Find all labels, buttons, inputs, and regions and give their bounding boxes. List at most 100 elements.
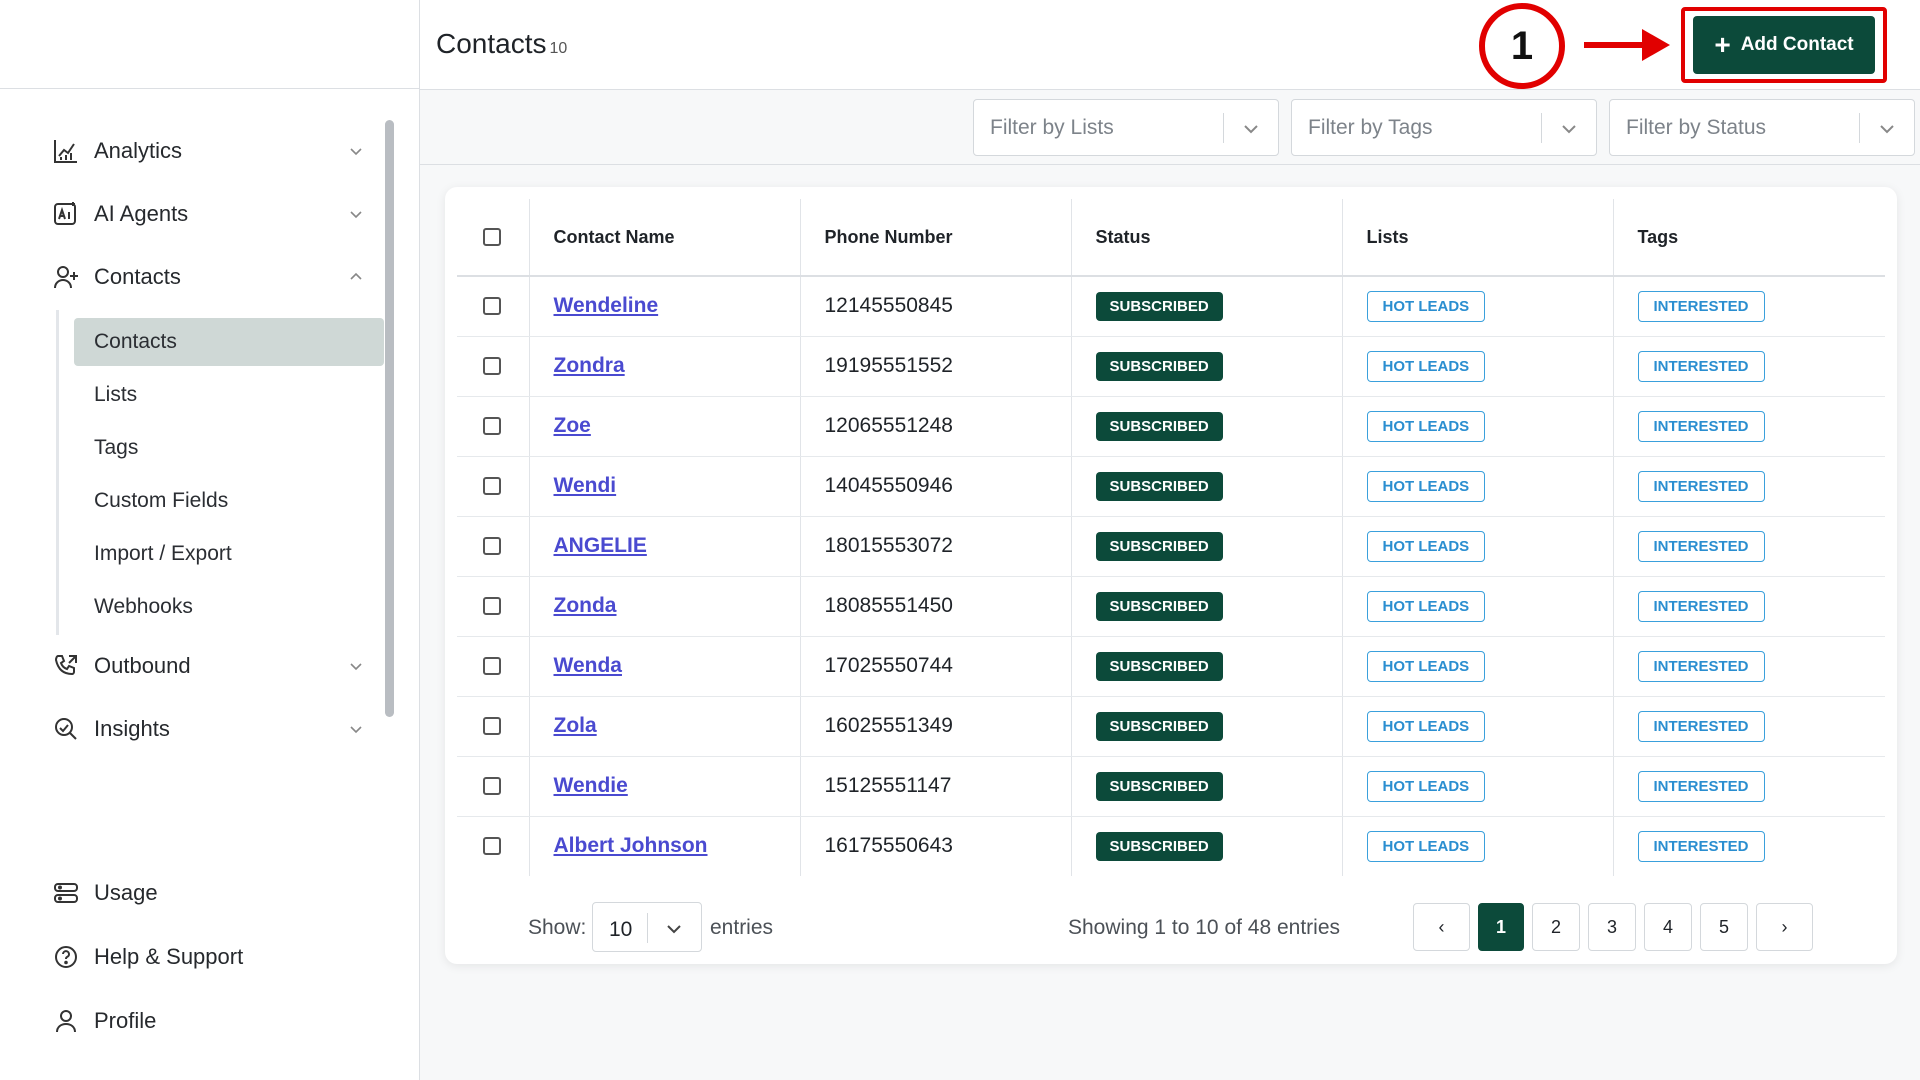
tag-badge[interactable]: INTERESTED <box>1637 530 1765 562</box>
contact-name-link[interactable]: Zola <box>554 714 597 737</box>
list-badge[interactable]: HOT LEADS <box>1366 590 1486 622</box>
row-checkbox[interactable] <box>483 717 501 735</box>
analytics-icon <box>52 137 80 165</box>
row-checkbox[interactable] <box>483 357 501 375</box>
lists-cell: HOT LEADS <box>1342 696 1614 757</box>
filter-status-select[interactable]: Filter by Status <box>1609 99 1915 156</box>
subnav-item-contacts[interactable]: Contacts <box>74 318 384 366</box>
sidebar-item-analytics[interactable]: Analytics <box>52 131 372 171</box>
sidebar-item-ai-agents[interactable]: AI Agents <box>52 194 372 234</box>
tag-badge[interactable]: INTERESTED <box>1637 710 1765 742</box>
sidebar-item-contacts[interactable]: Contacts <box>52 257 372 297</box>
insights-icon <box>52 715 80 743</box>
column-header-status[interactable]: Status <box>1071 199 1343 277</box>
tag-badge[interactable]: INTERESTED <box>1637 350 1765 382</box>
filter-tags-select[interactable]: Filter by Tags <box>1291 99 1597 156</box>
subnav-item-tags[interactable]: Tags <box>74 424 384 472</box>
sidebar-item-outbound[interactable]: Outbound <box>52 646 372 686</box>
list-badge[interactable]: HOT LEADS <box>1366 830 1486 862</box>
sidebar-item-profile[interactable]: Profile <box>52 1001 372 1041</box>
status-cell: SUBSCRIBED <box>1071 696 1343 757</box>
status-badge: SUBSCRIBED <box>1095 591 1223 621</box>
sidebar-item-help-support[interactable]: Help & Support <box>52 937 372 977</box>
column-header-phone-number[interactable]: Phone Number <box>800 199 1072 277</box>
status-cell: SUBSCRIBED <box>1071 336 1343 397</box>
sidebar-item-insights[interactable]: Insights <box>52 709 372 749</box>
row-select-cell <box>457 756 530 817</box>
page-title-text: Contacts <box>436 28 547 59</box>
sidebar-item-label: Outbound <box>94 653 191 678</box>
status-cell: SUBSCRIBED <box>1071 456 1343 517</box>
tag-badge[interactable]: INTERESTED <box>1637 590 1765 622</box>
list-badge[interactable]: HOT LEADS <box>1366 470 1486 502</box>
contact-name-cell: Wendi <box>529 456 801 517</box>
help-icon <box>52 943 80 971</box>
tag-badge[interactable]: INTERESTED <box>1637 290 1765 322</box>
row-checkbox[interactable] <box>483 657 501 675</box>
list-badge[interactable]: HOT LEADS <box>1366 650 1486 682</box>
contact-name-link[interactable]: Wendie <box>554 774 628 797</box>
table-row: Albert Johnson 16175550643 SUBSCRIBED HO… <box>457 816 1885 876</box>
list-badge[interactable]: HOT LEADS <box>1366 350 1486 382</box>
list-badge[interactable]: HOT LEADS <box>1366 710 1486 742</box>
subnav-item-custom-fields[interactable]: Custom Fields <box>74 477 384 525</box>
contact-name-link[interactable]: Zondra <box>554 354 625 377</box>
contact-name-link[interactable]: ANGELIE <box>554 534 647 557</box>
subnav-item-webhooks[interactable]: Webhooks <box>74 583 384 631</box>
column-header-tags[interactable]: Tags <box>1613 199 1885 277</box>
subnav-item-lists[interactable]: Lists <box>74 371 384 419</box>
row-checkbox[interactable] <box>483 837 501 856</box>
filter-status-placeholder: Filter by Status <box>1626 115 1767 139</box>
filter-lists-select[interactable]: Filter by Lists <box>973 99 1279 156</box>
phone-number-cell: 17025550744 <box>800 636 1072 697</box>
contact-name-link[interactable]: Zonda <box>554 594 617 617</box>
row-select-cell <box>457 576 530 637</box>
row-select-cell <box>457 516 530 577</box>
pagination-page-3[interactable]: 3 <box>1588 903 1636 951</box>
row-checkbox[interactable] <box>483 417 501 435</box>
row-checkbox[interactable] <box>483 777 501 795</box>
page-title: Contacts 10 <box>436 28 567 60</box>
contact-name-link[interactable]: Wendeline <box>554 294 659 317</box>
list-badge[interactable]: HOT LEADS <box>1366 290 1486 322</box>
row-checkbox[interactable] <box>483 477 501 495</box>
sidebar-item-usage[interactable]: Usage <box>52 873 372 913</box>
row-select-cell <box>457 336 530 397</box>
tags-cell: INTERESTED <box>1613 456 1885 517</box>
column-header-lists[interactable]: Lists <box>1342 199 1614 277</box>
pagination-page-5[interactable]: 5 <box>1700 903 1748 951</box>
subnav-item-import-export[interactable]: Import / Export <box>74 530 384 578</box>
pagination-page-1[interactable]: 1 <box>1478 903 1524 951</box>
contact-name-link[interactable]: Wendi <box>554 474 617 497</box>
row-checkbox[interactable] <box>483 537 501 555</box>
contact-name-link[interactable]: Albert Johnson <box>554 834 708 857</box>
sidebar-scrollbar[interactable] <box>385 120 394 717</box>
list-badge[interactable]: HOT LEADS <box>1366 770 1486 802</box>
tags-cell: INTERESTED <box>1613 516 1885 577</box>
pagination-page-4[interactable]: 4 <box>1644 903 1692 951</box>
show-label: Show: <box>528 916 587 939</box>
tag-badge[interactable]: INTERESTED <box>1637 650 1765 682</box>
select-all-checkbox[interactable] <box>483 228 501 246</box>
outbound-icon <box>52 652 80 680</box>
status-cell: SUBSCRIBED <box>1071 756 1343 817</box>
row-checkbox[interactable] <box>483 297 501 316</box>
tag-badge[interactable]: INTERESTED <box>1637 410 1765 442</box>
tag-badge[interactable]: INTERESTED <box>1637 470 1765 502</box>
list-badge[interactable]: HOT LEADS <box>1366 530 1486 562</box>
pagination-page-2[interactable]: 2 <box>1532 903 1580 951</box>
tag-badge[interactable]: INTERESTED <box>1637 770 1765 802</box>
status-badge: SUBSCRIBED <box>1095 771 1223 801</box>
add-contact-button[interactable]: + Add Contact <box>1693 16 1875 74</box>
column-header-contact-name[interactable]: Contact Name <box>529 199 801 277</box>
tag-badge[interactable]: INTERESTED <box>1637 830 1765 862</box>
lists-cell: HOT LEADS <box>1342 576 1614 637</box>
pagination-next-button[interactable]: › <box>1756 903 1813 951</box>
list-badge[interactable]: HOT LEADS <box>1366 410 1486 442</box>
pagination-prev-button[interactable]: ‹ <box>1413 903 1470 951</box>
select-divider <box>1859 113 1860 143</box>
page-size-select[interactable]: 10 <box>592 902 702 952</box>
contact-name-link[interactable]: Zoe <box>554 414 591 437</box>
row-checkbox[interactable] <box>483 597 501 615</box>
contact-name-link[interactable]: Wenda <box>554 654 622 677</box>
